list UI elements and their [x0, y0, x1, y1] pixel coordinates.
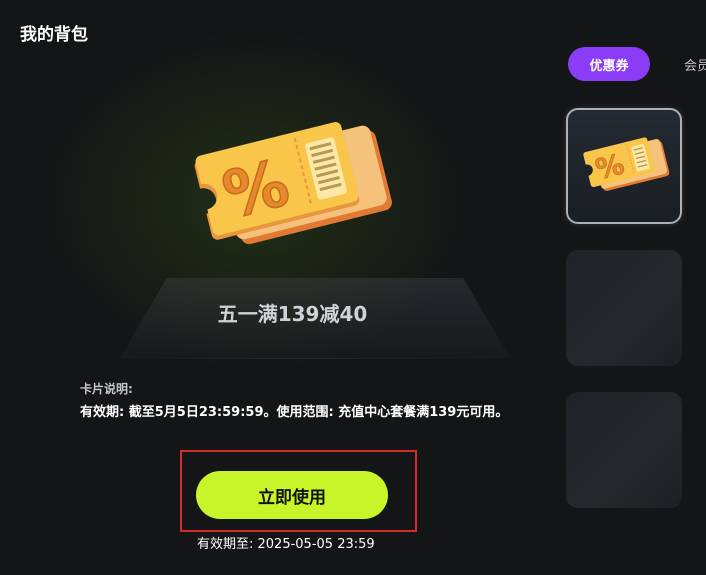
tab-coupons[interactable]: 优惠券 — [568, 47, 650, 81]
description-label: 卡片说明: — [80, 382, 133, 396]
page-title: 我的背包 — [20, 25, 88, 45]
coupon-description: 有效期: 截至5月5日23:59:59。使用范围: 充值中心套餐满139元可用。 — [80, 405, 509, 420]
tab-membership[interactable]: 会员 — [684, 55, 706, 74]
inventory-slot-empty[interactable] — [566, 392, 682, 508]
expiry-date: 有效期至: 2025-05-05 23:59 — [197, 537, 375, 552]
coupon-name: 五一满139减40 — [217, 302, 368, 326]
stage-divider — [95, 358, 515, 359]
coupon-percent-icon: % — [194, 122, 392, 245]
coupon-thumbnail-icon: % — [583, 137, 670, 191]
inventory-slot-empty[interactable] — [566, 250, 682, 366]
use-now-button[interactable]: 立即使用 — [196, 471, 388, 519]
inventory-slot-coupon[interactable]: % — [566, 108, 682, 224]
